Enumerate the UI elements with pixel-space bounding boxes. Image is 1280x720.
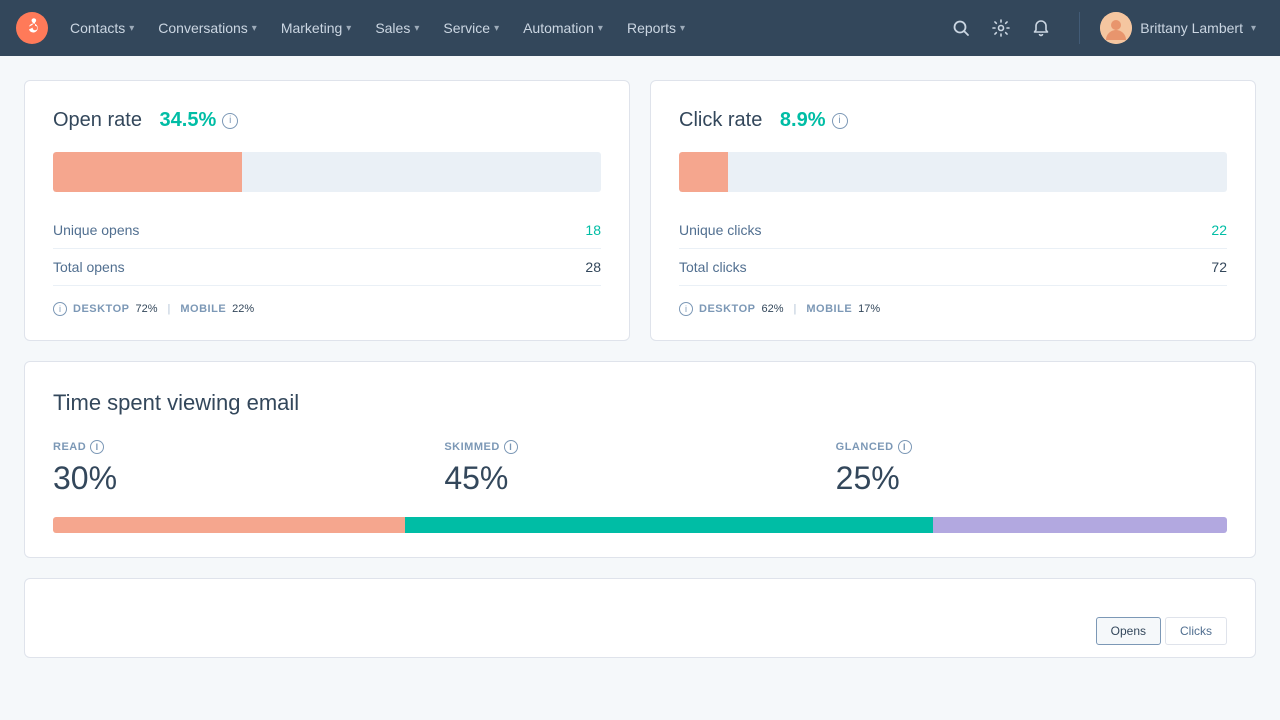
desktop-label: DESKTOP <box>73 303 129 315</box>
user-menu[interactable]: Brittany Lambert ▾ <box>1092 8 1264 48</box>
skimmed-label: SKIMMED i <box>444 440 835 454</box>
navbar: Contacts ▾ Conversations ▾ Marketing ▾ S… <box>0 0 1280 56</box>
click-mobile-value: 17% <box>858 303 880 315</box>
bottom-card: Opens Clicks <box>24 578 1256 658</box>
mobile-value: 22% <box>232 303 254 315</box>
click-rate-footer: i DESKTOP 62% | MOBILE 17% <box>679 302 1227 316</box>
footer-separator: | <box>168 303 171 315</box>
total-opens-value: 28 <box>585 259 601 275</box>
unique-clicks-label: Unique clicks <box>679 222 761 238</box>
search-button[interactable] <box>943 10 979 46</box>
click-rate-title: Click rate 8.9% i <box>679 109 1227 132</box>
total-opens-label: Total opens <box>53 259 125 275</box>
toggle-buttons: Opens Clicks <box>1096 617 1227 645</box>
chevron-down-icon: ▾ <box>414 23 419 34</box>
nav-divider <box>1079 12 1080 44</box>
click-footer-separator: | <box>794 303 797 315</box>
hubspot-logo[interactable] <box>16 12 48 44</box>
nav-marketing[interactable]: Marketing ▾ <box>271 14 362 42</box>
notifications-button[interactable] <box>1023 10 1059 46</box>
user-chevron-icon: ▾ <box>1251 23 1256 34</box>
chevron-down-icon: ▾ <box>346 23 351 34</box>
click-footer-info-icon[interactable]: i <box>679 302 693 316</box>
chevron-down-icon: ▾ <box>494 23 499 34</box>
glanced-bar-segment <box>933 517 1227 533</box>
total-clicks-value: 72 <box>1211 259 1227 275</box>
click-rate-value: 8.9% <box>780 109 826 132</box>
total-clicks-label: Total clicks <box>679 259 747 275</box>
time-spent-card: Time spent viewing email READ i 30% SKIM… <box>24 361 1256 558</box>
glanced-label: GLANCED i <box>836 440 1227 454</box>
read-metric: READ i 30% <box>53 440 444 497</box>
footer-info-icon[interactable]: i <box>53 302 67 316</box>
unique-opens-row: Unique opens 18 <box>53 212 601 249</box>
open-rate-title: Open rate 34.5% i <box>53 109 601 132</box>
read-bar-segment <box>53 517 405 533</box>
glanced-info-icon[interactable]: i <box>898 440 912 454</box>
user-name: Brittany Lambert <box>1140 20 1243 36</box>
opens-toggle-button[interactable]: Opens <box>1096 617 1161 645</box>
click-rate-bar <box>679 152 1227 192</box>
click-rate-card: Click rate 8.9% i Unique clicks 22 Total… <box>650 80 1256 341</box>
clicks-toggle-button[interactable]: Clicks <box>1165 617 1227 645</box>
nav-sales[interactable]: Sales ▾ <box>365 14 429 42</box>
nav-conversations[interactable]: Conversations ▾ <box>148 14 267 42</box>
time-stacked-bar <box>53 517 1227 533</box>
skimmed-bar-segment <box>405 517 933 533</box>
open-rate-value: 34.5% <box>160 109 217 132</box>
time-card-title: Time spent viewing email <box>53 390 1227 416</box>
chevron-down-icon: ▾ <box>129 23 134 34</box>
main-content: Open rate 34.5% i Unique opens 18 Total … <box>0 56 1280 682</box>
open-rate-card: Open rate 34.5% i Unique opens 18 Total … <box>24 80 630 341</box>
desktop-value: 72% <box>135 303 157 315</box>
time-metrics-row: READ i 30% SKIMMED i 45% GLANCED i 25% <box>53 440 1227 497</box>
nav-automation[interactable]: Automation ▾ <box>513 14 613 42</box>
read-value: 30% <box>53 460 444 497</box>
nav-icon-group <box>943 10 1059 46</box>
skimmed-value: 45% <box>444 460 835 497</box>
total-opens-row: Total opens 28 <box>53 249 601 286</box>
read-info-icon[interactable]: i <box>90 440 104 454</box>
open-rate-footer: i DESKTOP 72% | MOBILE 22% <box>53 302 601 316</box>
click-rate-bar-fill <box>679 152 728 192</box>
click-rate-info-icon[interactable]: i <box>832 113 848 129</box>
open-rate-bar <box>53 152 601 192</box>
unique-opens-value: 18 <box>585 222 601 238</box>
metrics-row: Open rate 34.5% i Unique opens 18 Total … <box>24 80 1256 341</box>
settings-button[interactable] <box>983 10 1019 46</box>
total-clicks-row: Total clicks 72 <box>679 249 1227 286</box>
avatar <box>1100 12 1132 44</box>
unique-clicks-value: 22 <box>1211 222 1227 238</box>
nav-service[interactable]: Service ▾ <box>433 14 509 42</box>
chevron-down-icon: ▾ <box>680 23 685 34</box>
open-rate-info-icon[interactable]: i <box>222 113 238 129</box>
chevron-down-icon: ▾ <box>598 23 603 34</box>
unique-opens-label: Unique opens <box>53 222 139 238</box>
click-mobile-label: MOBILE <box>806 303 852 315</box>
read-label: READ i <box>53 440 444 454</box>
nav-contacts[interactable]: Contacts ▾ <box>60 14 144 42</box>
chevron-down-icon: ▾ <box>252 23 257 34</box>
skimmed-metric: SKIMMED i 45% <box>444 440 835 497</box>
unique-clicks-row: Unique clicks 22 <box>679 212 1227 249</box>
glanced-value: 25% <box>836 460 1227 497</box>
glanced-metric: GLANCED i 25% <box>836 440 1227 497</box>
skimmed-info-icon[interactable]: i <box>504 440 518 454</box>
mobile-label: MOBILE <box>180 303 226 315</box>
open-rate-bar-fill <box>53 152 242 192</box>
click-desktop-label: DESKTOP <box>699 303 755 315</box>
nav-reports[interactable]: Reports ▾ <box>617 14 695 42</box>
click-desktop-value: 62% <box>761 303 783 315</box>
